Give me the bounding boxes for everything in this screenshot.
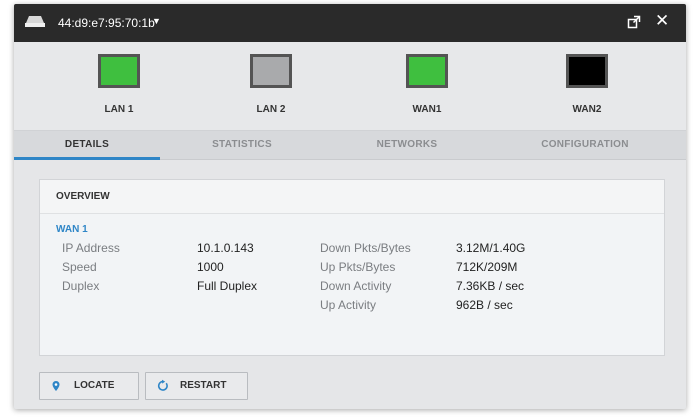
tab-configuration[interactable]: CONFIGURATION [512, 131, 658, 159]
ip-address-label: IP Address [62, 241, 120, 255]
up-pkts-value: 712K/209M [456, 260, 518, 274]
port-wan1-indicator [406, 54, 448, 88]
ip-address-value: 10.1.0.143 [197, 241, 254, 255]
port-wan1-light [409, 57, 445, 85]
close-icon[interactable]: ✕ [655, 12, 669, 30]
device-window: 44:d9:e7:95:70:1b ▼ ✕ LAN 1 LAN 2 WAN1 W… [14, 4, 686, 409]
down-pkts-label: Down Pkts/Bytes [320, 241, 411, 255]
port-wan2[interactable]: WAN2 [537, 54, 637, 115]
port-lan1[interactable]: LAN 1 [69, 54, 169, 115]
port-status-strip: LAN 1 LAN 2 WAN1 WAN2 [14, 42, 686, 131]
port-wan2-label: WAN2 [572, 104, 602, 115]
duplex-label: Duplex [62, 279, 100, 293]
locate-button[interactable]: LOCATE [39, 372, 139, 400]
port-lan1-light [101, 57, 137, 85]
port-lan1-indicator [98, 54, 140, 88]
active-tab-indicator [14, 157, 160, 160]
tab-networks[interactable]: NETWORKS [334, 131, 480, 159]
port-wan2-light [569, 57, 605, 85]
chevron-down-icon[interactable]: ▼ [152, 16, 161, 26]
tab-bar: DETAILS STATISTICS NETWORKS CONFIGURATIO… [14, 131, 686, 160]
port-lan1-label: LAN 1 [104, 104, 134, 115]
port-wan2-indicator [566, 54, 608, 88]
up-activity-value: 962B / sec [456, 298, 513, 312]
speed-value: 1000 [197, 260, 224, 274]
restart-icon [157, 379, 168, 391]
overview-body: WAN 1 IP Address 10.1.0.143 Speed 1000 D… [40, 214, 664, 355]
port-wan1[interactable]: WAN1 [377, 54, 477, 115]
down-activity-label: Down Activity [320, 279, 392, 293]
device-mac-title[interactable]: 44:d9:e7:95:70:1b [58, 16, 155, 30]
map-pin-icon [52, 381, 60, 391]
restart-button[interactable]: RESTART [145, 372, 248, 400]
popout-icon[interactable] [627, 15, 641, 29]
wan1-section-title: WAN 1 [56, 224, 88, 235]
up-activity-label: Up Activity [320, 298, 377, 312]
locate-label: LOCATE [74, 380, 115, 391]
device-icon [25, 16, 45, 27]
port-lan2-indicator [250, 54, 292, 88]
speed-label: Speed [62, 260, 97, 274]
restart-label: RESTART [180, 380, 227, 391]
duplex-value: Full Duplex [197, 279, 258, 293]
port-lan2-light [253, 57, 289, 85]
port-lan2[interactable]: LAN 2 [221, 54, 321, 115]
port-wan1-label: WAN1 [412, 104, 442, 115]
down-pkts-value: 3.12M/1.40G [456, 241, 526, 255]
tab-details[interactable]: DETAILS [14, 131, 160, 159]
port-lan2-label: LAN 2 [256, 104, 286, 115]
tab-statistics[interactable]: STATISTICS [169, 131, 315, 159]
title-bar: 44:d9:e7:95:70:1b ▼ ✕ [14, 4, 686, 42]
overview-panel: OVERVIEW WAN 1 IP Address 10.1.0.143 Spe… [39, 179, 665, 356]
up-pkts-label: Up Pkts/Bytes [320, 260, 396, 274]
down-activity-value: 7.36KB / sec [456, 279, 525, 293]
overview-header: OVERVIEW [40, 180, 664, 214]
